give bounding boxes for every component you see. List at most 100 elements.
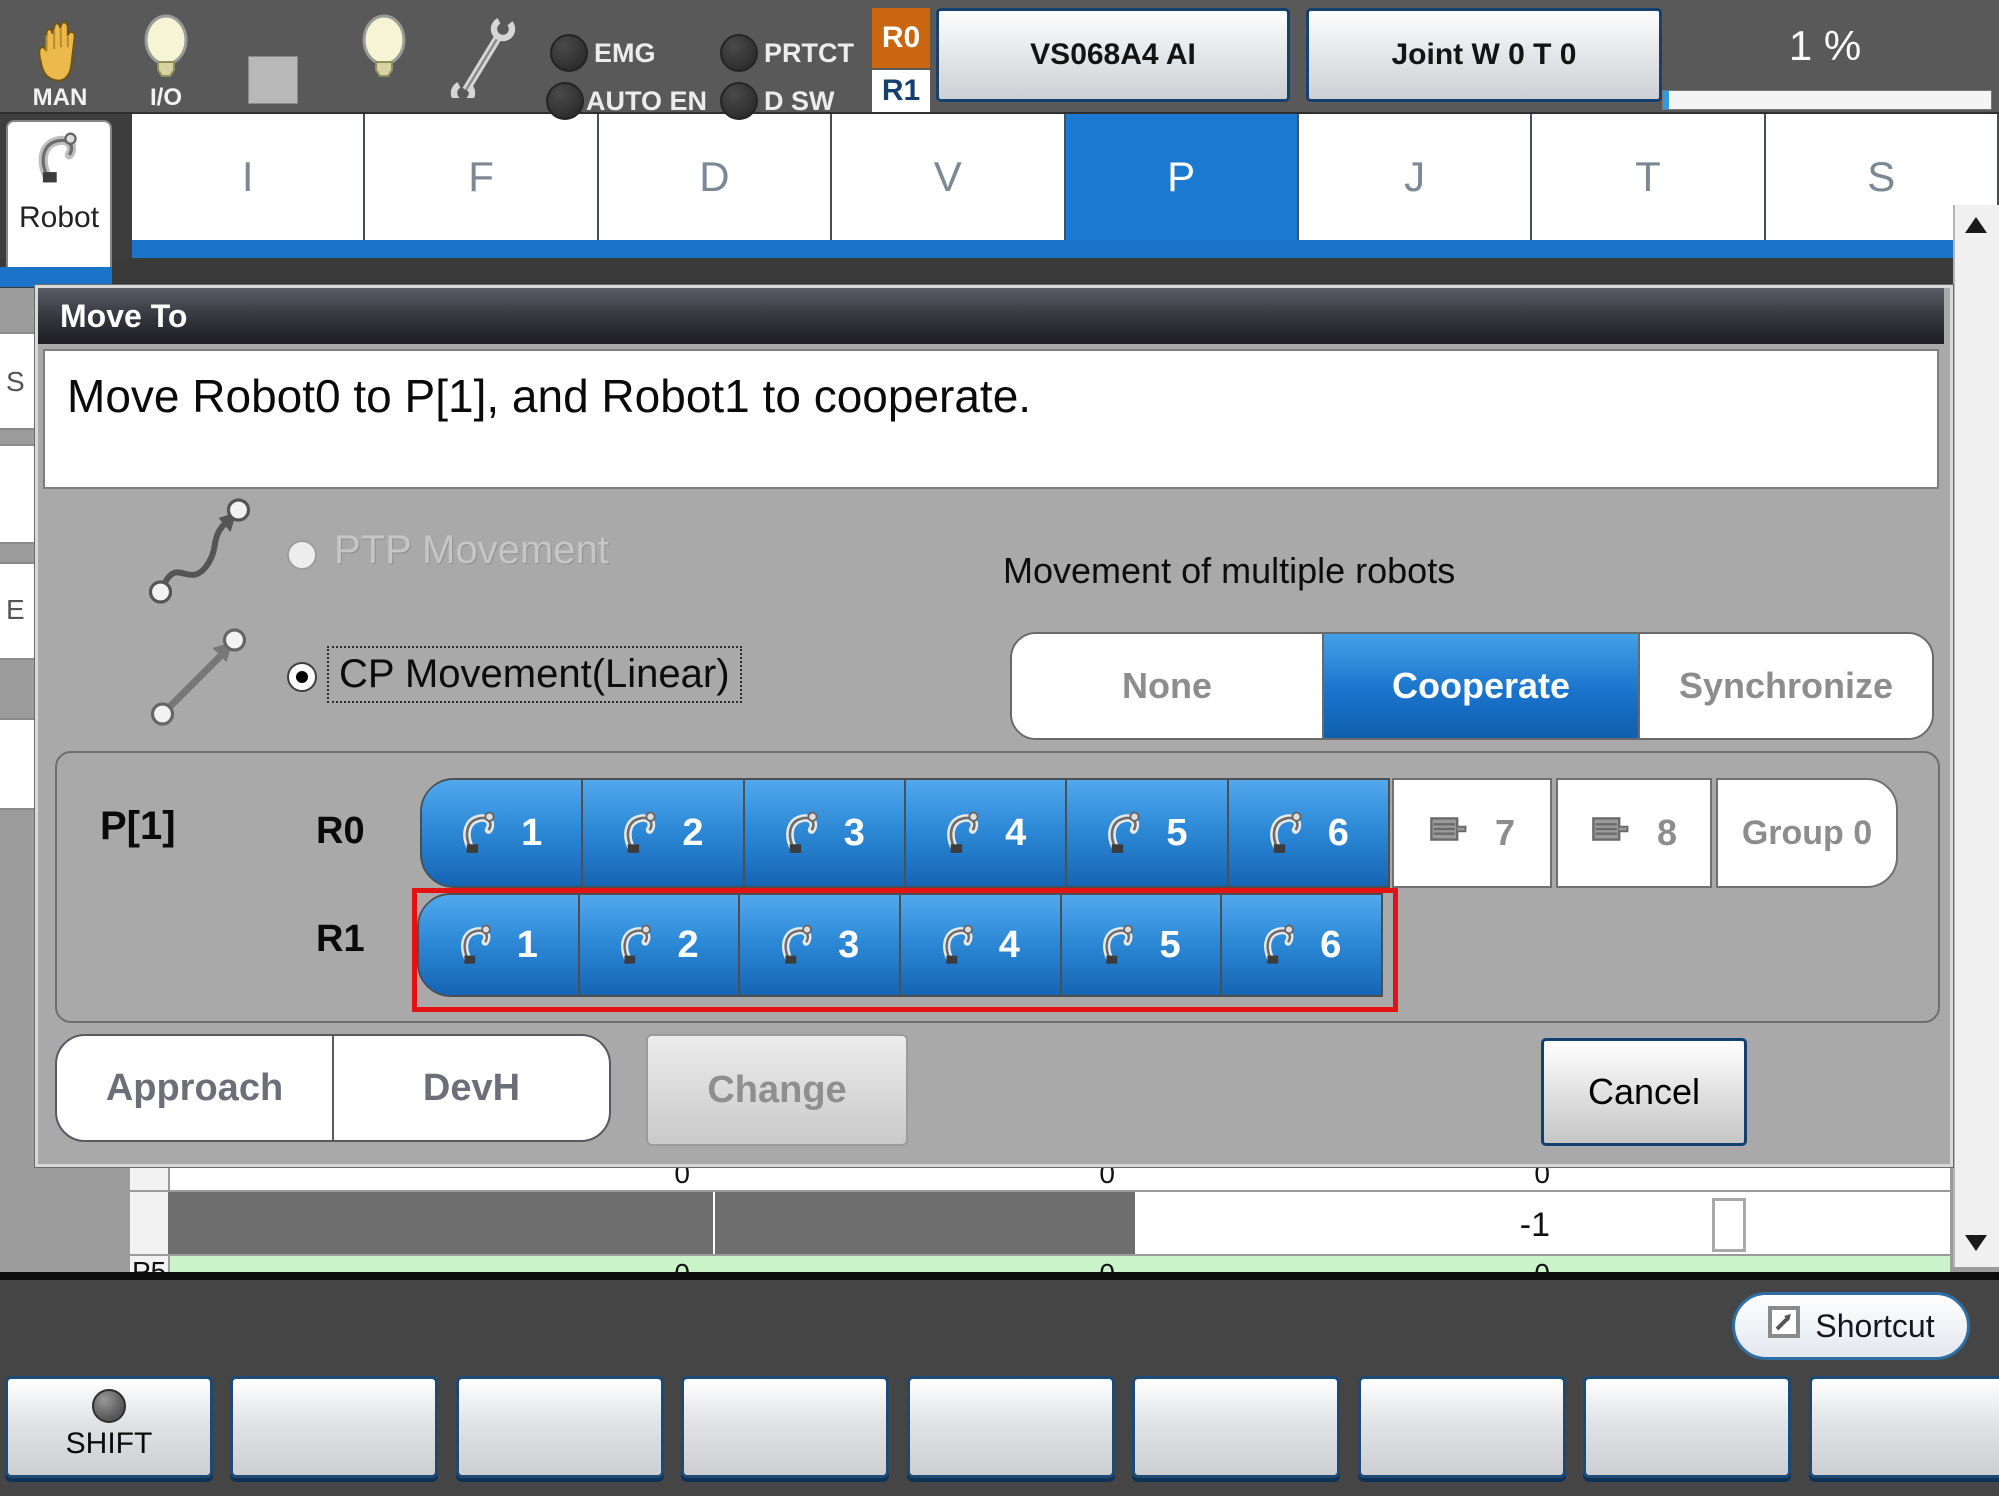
table-checkbox[interactable] (1712, 1198, 1746, 1252)
axis-button-r0-5[interactable]: 5 (1065, 780, 1226, 886)
robot-model-button[interactable]: VS068A4 AI (936, 8, 1290, 102)
robot-arm-icon (1101, 921, 1137, 970)
speed-percent-label: 1 % (1660, 22, 1990, 70)
robot-tab-r1[interactable]: R1 (872, 70, 930, 112)
motor-icon (1591, 811, 1631, 856)
multi-option-cooperate[interactable]: Cooperate (1322, 634, 1638, 738)
tab-f[interactable]: F (365, 114, 598, 240)
robot-arm-icon (784, 808, 822, 859)
group-button[interactable]: Group 0 (1716, 778, 1898, 888)
function-button[interactable] (1809, 1376, 1999, 1478)
r1-highlight-box: 1 2 3 4 5 (412, 888, 1398, 1012)
cp-option-label[interactable]: CP Movement(Linear) (327, 646, 742, 703)
io-label: I/O (130, 84, 202, 112)
tab-d[interactable]: D (599, 114, 832, 240)
tab-j[interactable]: J (1299, 114, 1532, 240)
function-button[interactable] (1132, 1376, 1340, 1478)
robot-tab-r0[interactable]: R0 (872, 8, 930, 68)
tab-t[interactable]: T (1532, 114, 1765, 240)
devh-button[interactable]: DevH (332, 1036, 609, 1140)
scroll-down-icon[interactable] (1965, 1235, 1987, 1251)
sidebar-item-fragment[interactable]: E (0, 562, 36, 660)
function-button[interactable] (1583, 1376, 1791, 1478)
function-button[interactable] (456, 1376, 664, 1478)
axis-button-7[interactable]: 7 (1392, 778, 1552, 888)
man-mode-label: MAN (14, 84, 106, 112)
footer-panel: Shortcut SHIFT (0, 1280, 1999, 1496)
axis-button-r1-2[interactable]: 2 (578, 895, 739, 995)
sidebar-robot-button[interactable]: Robot (6, 120, 112, 274)
straight-arrow-icon (148, 618, 253, 733)
change-button[interactable]: Change (646, 1034, 908, 1146)
cp-radio[interactable] (287, 662, 317, 692)
function-button[interactable] (230, 1376, 438, 1478)
axis-button-r0-6[interactable]: 6 (1227, 780, 1388, 886)
lamp-bulb-icon[interactable] (356, 14, 412, 91)
axis-button-r1-5[interactable]: 5 (1060, 895, 1221, 995)
position-label: P[1] (100, 804, 176, 849)
sidebar-fragment-label: S (6, 366, 25, 398)
function-button[interactable] (1358, 1376, 1566, 1478)
multi-robot-segmented-control: None Cooperate Synchronize (1010, 632, 1934, 740)
stop-square-icon[interactable] (248, 56, 298, 104)
top-toolbar: MAN I/O EMG AUTO EN (0, 0, 1999, 114)
axis-button-r1-1[interactable]: 1 (419, 895, 578, 995)
row-label-r1: R1 (316, 918, 365, 961)
speed-progress-fill (1663, 91, 1669, 109)
tab-p-selected[interactable]: P (1066, 114, 1299, 240)
robot-arm-icon (36, 128, 82, 189)
axis-button-8[interactable]: 8 (1556, 778, 1712, 888)
tab-v[interactable]: V (832, 114, 1065, 240)
curved-arrow-icon (148, 494, 253, 609)
axis-button-r0-1[interactable]: 1 (422, 780, 581, 886)
row-label-r0: R0 (316, 810, 365, 853)
multi-option-synchronize[interactable]: Synchronize (1638, 634, 1932, 738)
move-to-dialog: Move To Move Robot0 to P[1], and Robot1 … (35, 285, 1953, 1167)
robot-arm-icon (941, 921, 977, 970)
cancel-button[interactable]: Cancel (1541, 1038, 1747, 1146)
axis-button-r1-3[interactable]: 3 (738, 895, 899, 995)
shift-label: SHIFT (8, 1427, 210, 1461)
vertical-scrollbar[interactable] (1953, 205, 1999, 1267)
axis-button-r0-3[interactable]: 3 (743, 780, 904, 886)
prtct-label: PRTCT (764, 38, 854, 69)
robot-arm-icon (1106, 808, 1144, 859)
tab-i[interactable]: I (132, 114, 365, 240)
axis-button-r0-4[interactable]: 4 (904, 780, 1065, 886)
letter-tab-strip: I F D V P J T S (0, 112, 1999, 258)
speed-progressbar (1662, 90, 1992, 110)
function-button[interactable] (681, 1376, 889, 1478)
tab-underline (132, 240, 1999, 258)
function-button[interactable] (907, 1376, 1115, 1478)
approach-button[interactable]: Approach (57, 1036, 332, 1140)
scroll-up-icon[interactable] (1965, 217, 1987, 233)
ptp-option-label[interactable]: PTP Movement (334, 528, 609, 573)
robot-arm-icon (622, 808, 660, 859)
shift-button[interactable]: SHIFT (5, 1376, 213, 1478)
robot-arm-icon (459, 921, 495, 970)
ptp-radio[interactable] (287, 540, 317, 570)
io-bulb-icon[interactable] (138, 14, 194, 91)
wrench-icon[interactable] (450, 14, 516, 103)
axis-button-r1-4[interactable]: 4 (899, 895, 1060, 995)
content-background (0, 258, 1999, 288)
table-row: -1 (130, 1192, 1950, 1256)
table-cell-selected (168, 1192, 713, 1254)
table-cell-selected (715, 1192, 1135, 1254)
shift-indicator-icon (92, 1389, 126, 1423)
teach-pendant-screen: I F D V P J T S Robot S E (0, 0, 1999, 1496)
sidebar-item-fragment[interactable] (0, 444, 36, 544)
r0-axis-row: 1 2 3 4 5 6 (420, 778, 1390, 888)
multi-option-none[interactable]: None (1012, 634, 1322, 738)
axis-button-r1-6[interactable]: 6 (1220, 895, 1381, 995)
shortcut-button[interactable]: Shortcut (1732, 1292, 1970, 1360)
sidebar-fragment-label: E (6, 594, 25, 626)
sidebar-item-fragment[interactable]: S (0, 332, 36, 430)
robot-arm-icon (1268, 808, 1306, 859)
sidebar-item-fragment[interactable] (0, 718, 36, 810)
axis-button-r0-2[interactable]: 2 (581, 780, 742, 886)
hand-icon[interactable] (28, 20, 92, 91)
footer-divider (0, 1272, 1999, 1280)
dialog-title: Move To (38, 288, 1944, 344)
jog-mode-button[interactable]: Joint W 0 T 0 (1306, 8, 1662, 102)
